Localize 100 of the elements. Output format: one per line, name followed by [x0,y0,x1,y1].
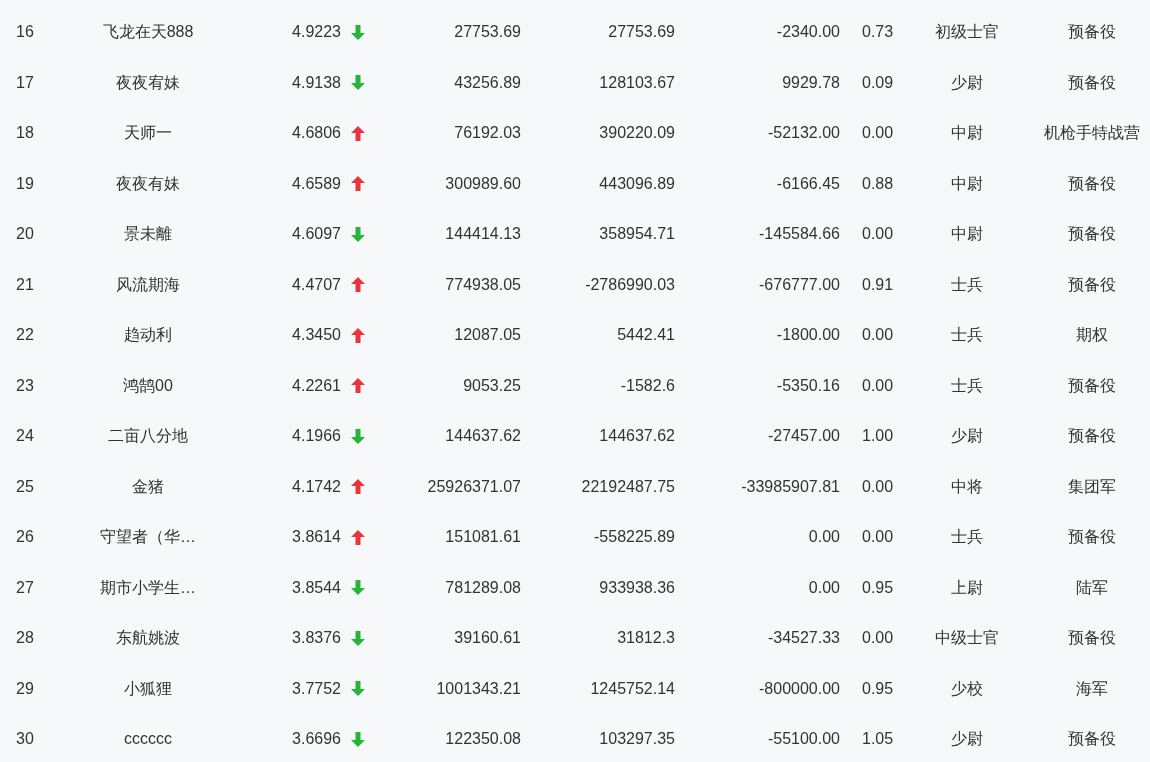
rank-title-cell-text: 少尉 [950,72,984,93]
unit-cell-text: 机枪手特战营 [1043,123,1141,144]
table-cell-text: -33985907.81 [740,476,840,497]
table-cell-text: 144414.13 [444,224,521,245]
rank-cell-text: 22 [15,325,35,346]
table-cell-text: 0.73 [861,22,895,43]
table-cell-text: 103297.35 [598,729,675,750]
table-cell-text: 22192487.75 [580,476,675,497]
unit-cell-text: 预备役 [1067,22,1117,43]
rank-cell-text: 23 [15,375,35,396]
unit-cell-text: 期权 [1075,325,1109,346]
rank-cell-text: 19 [15,173,35,194]
score-cell-text: 3.8376 [291,628,341,649]
table-cell-text: 0.00 [861,325,895,346]
unit-cell-text: 海军 [1075,678,1109,699]
score-cell-text: 4.6097 [291,224,341,245]
table-cell-text: 0.95 [861,678,895,699]
name-cell-text: 东航姚波 [115,628,181,649]
rank-cell-text: 17 [15,72,35,93]
table-cell-text: -2340.00 [775,22,840,43]
table-cell-text: 9929.78 [781,72,840,93]
score-cell-text: 4.2261 [291,375,341,396]
table-cell-text: 5442.41 [616,325,675,346]
score-cell-text: 4.9223 [291,22,341,43]
table-cell-text: 0.88 [861,173,895,194]
table-cell-text: 0.00 [861,123,895,144]
rank-title-cell-text: 中尉 [950,123,984,144]
table-cell-text: 0.00 [861,224,895,245]
score-cell-text: 4.6806 [291,123,341,144]
unit-cell-text: 预备役 [1067,274,1117,295]
table-cell-text: 9053.25 [462,375,521,396]
name-cell-text: 风流期海 [115,274,181,295]
table-cell-text: 390220.09 [598,123,675,144]
unit-cell-text: 预备役 [1067,628,1117,649]
rank-title-cell-text: 上尉 [950,577,984,598]
table-cell-text: -1582.6 [619,375,675,396]
table-cell-text: 933938.36 [598,577,675,598]
unit-cell-text: 集团军 [1067,476,1117,497]
score-cell-text: 4.4707 [291,274,341,295]
table-cell-text: 76192.03 [453,123,521,144]
name-cell-text: 天师一 [123,123,173,144]
score-cell-text: 3.7752 [291,678,341,699]
name-cell-text: 飞龙在天888 [101,22,195,43]
rank-cell-text: 21 [15,274,35,295]
unit-cell-text: 陆军 [1075,577,1109,598]
unit-cell-text: 预备役 [1067,527,1117,548]
name-cell-text: 夜夜宥妹 [115,72,181,93]
unit-cell-text: 预备役 [1067,224,1117,245]
table-cell-text: -27457.00 [766,426,840,447]
table-cell-text: 43256.89 [453,72,521,93]
rank-title-cell-text: 初级士官 [934,22,1000,43]
table-cell-text: 144637.62 [444,426,521,447]
rank-title-cell-text: 士兵 [950,274,984,295]
table-cell-text: -676777.00 [758,274,840,295]
table-cell-text: 1.00 [861,426,895,447]
table-cell-text: 128103.67 [598,72,675,93]
name-cell-text: 期市小学生… [99,577,197,598]
name-cell-text: 金猪 [131,476,165,497]
table-cell-text: 0.00 [861,375,895,396]
rank-title-cell-text: 少尉 [950,729,984,750]
name-cell-text: 守望者（华… [99,527,197,548]
table-cell-text: -34527.33 [766,628,840,649]
score-cell-text: 3.6696 [291,729,341,750]
rank-cell-text: 16 [15,22,35,43]
table-cell-text: 39160.61 [453,628,521,649]
table-cell-text: 0.95 [861,577,895,598]
table-cell-text: 358954.71 [598,224,675,245]
rank-title-cell-text: 士兵 [950,527,984,548]
rank-title-cell-text: 士兵 [950,375,984,396]
table-cell-text: -6166.45 [775,173,840,194]
table-cell-text: 781289.08 [444,577,521,598]
table-cell-text: -800000.00 [758,678,840,699]
table-cell-text: 31812.3 [616,628,675,649]
table-cell-text: 443096.89 [598,173,675,194]
rank-cell-text: 18 [15,123,35,144]
table-cell-text: -55100.00 [766,729,840,750]
table-cell-text: 1.05 [861,729,895,750]
table-cell-text: 0.09 [861,72,895,93]
rank-title-cell-text: 中尉 [950,173,984,194]
score-cell-text: 4.1742 [291,476,341,497]
unit-cell-text: 预备役 [1067,729,1117,750]
score-cell-text: 3.8614 [291,527,341,548]
table-cell-text: 1245752.14 [589,678,675,699]
rank-title-cell-text: 中尉 [950,224,984,245]
table-cell-text: 0.00 [861,527,895,548]
rank-cell-text: 30 [15,729,35,750]
table-cell-text: -145584.66 [758,224,840,245]
unit-cell-text: 预备役 [1067,375,1117,396]
table-cell-text: -2786990.03 [584,274,675,295]
name-cell-text: 鸿鹄00 [122,375,174,396]
rank-title-cell-text: 少校 [950,678,984,699]
table-cell-text: 151081.61 [444,527,521,548]
table-cell-text: 0.91 [861,274,895,295]
table-cell-text: 27753.69 [607,22,675,43]
rank-cell-text: 28 [15,628,35,649]
table-cell-text: 774938.05 [444,274,521,295]
rank-title-cell-text: 士兵 [950,325,984,346]
table-cell-text: 300989.60 [444,173,521,194]
rank-title-cell-text: 少尉 [950,426,984,447]
table-cell-text: 0.00 [861,476,895,497]
